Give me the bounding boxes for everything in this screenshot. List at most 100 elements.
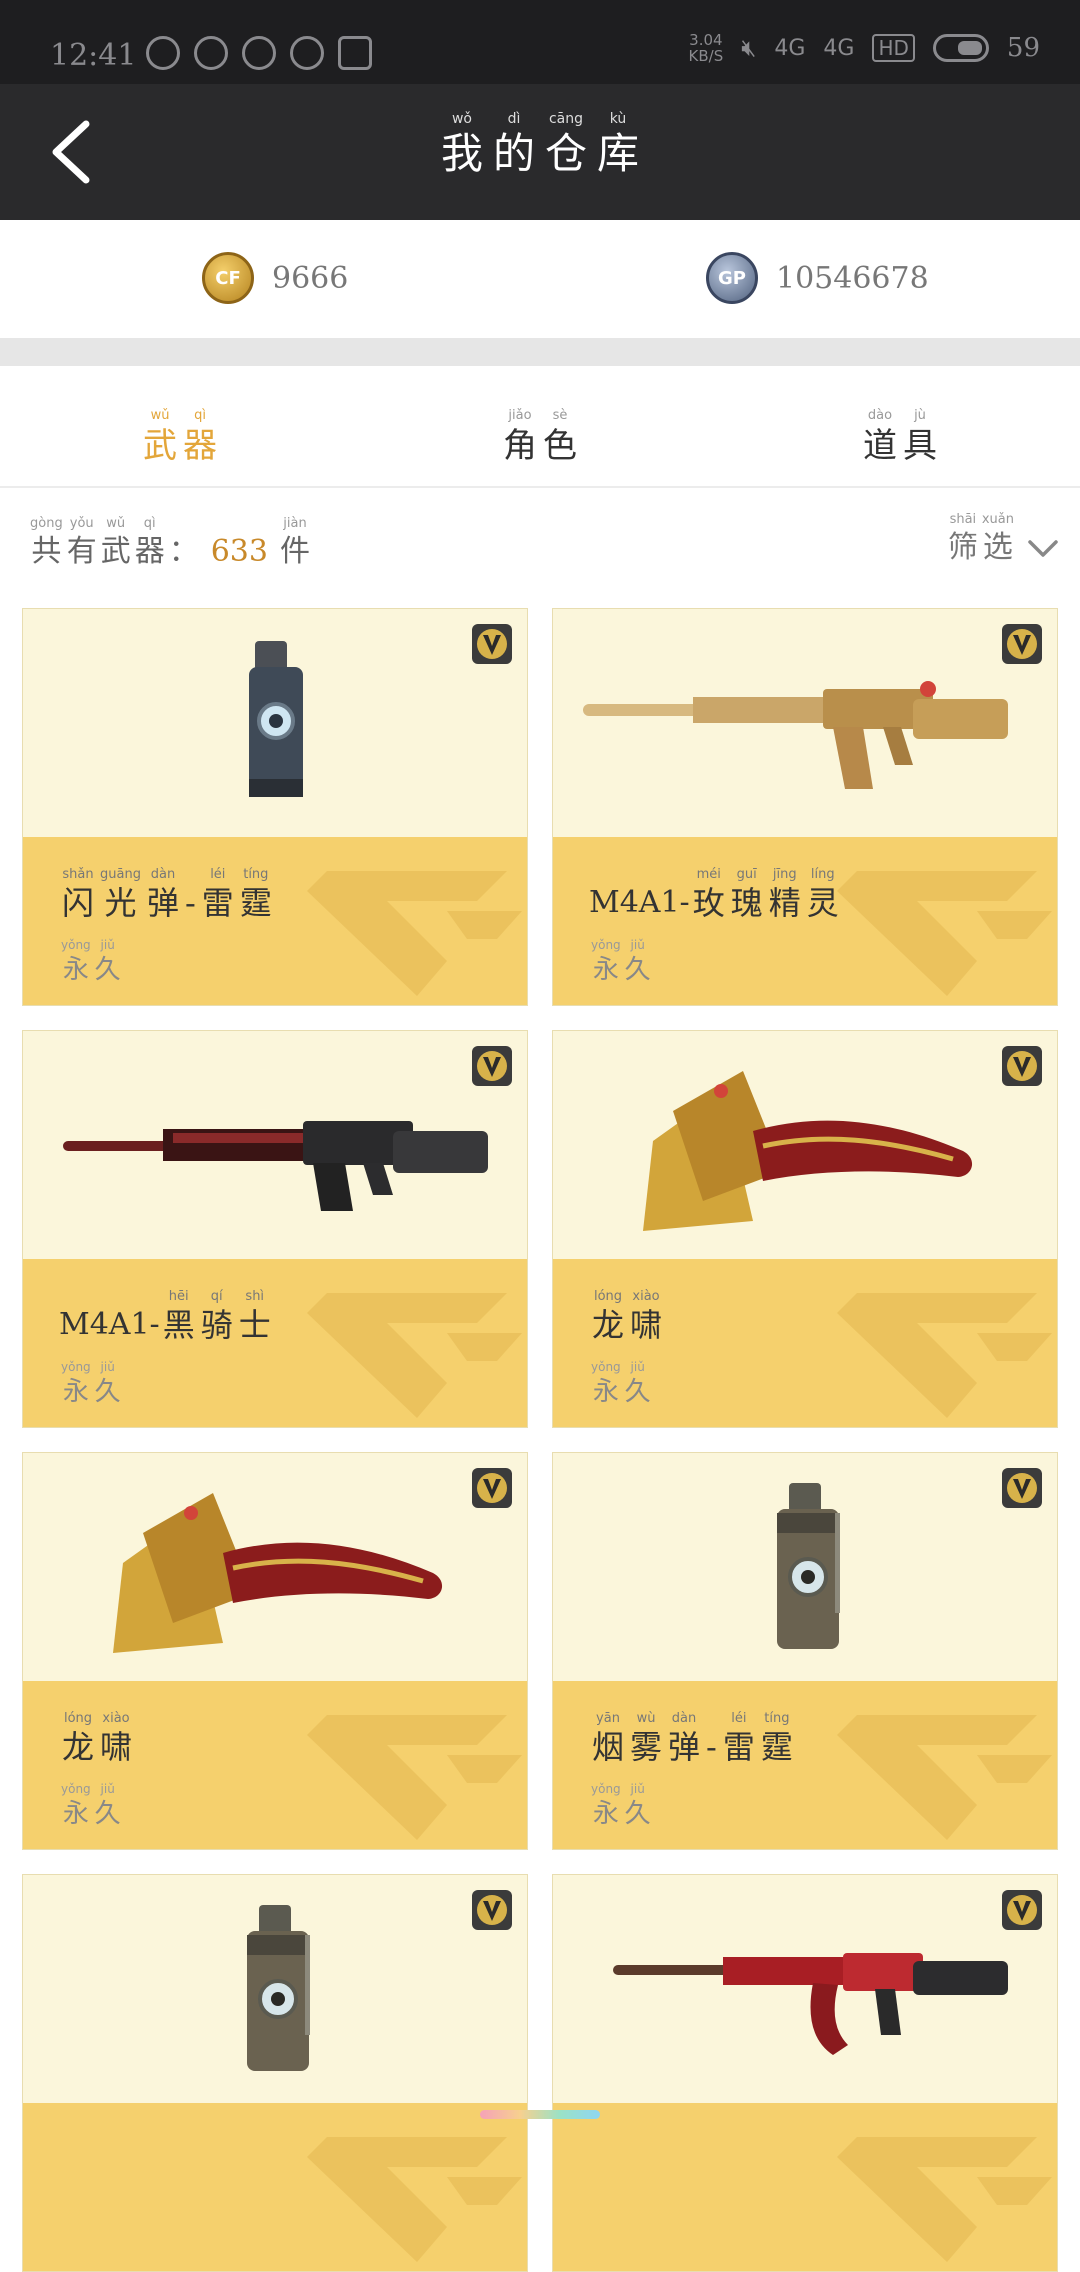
weapon-duration: yǒng 永 jiǔ 久 (59, 1781, 123, 1831)
weapon-card[interactable]: shǎn 闪 guāng 光 dàn 弹 - léi 雷 tíng 霆 yǒng 永 jiǔ 久 (22, 608, 528, 1006)
weapon-name-char: guāng 光 (100, 867, 141, 923)
filter-label-char: xuǎn 选 (982, 512, 1014, 568)
weapon-card[interactable]: lóng 龙 xiào 啸 yǒng 永 jiǔ 久 (552, 1030, 1058, 1428)
hanzi: 永 (592, 955, 619, 985)
count-label-char: wǔ 武 (101, 516, 131, 572)
duration-char: yǒng 永 (61, 1359, 91, 1409)
hanzi: 件 (279, 534, 310, 569)
vip-badge-icon (472, 1890, 512, 1930)
hanzi: 弹 (146, 884, 179, 922)
weapon-name-char: méi 玫 (693, 867, 725, 923)
hanzi: 的 (492, 129, 535, 178)
pinyin: kù (609, 111, 627, 127)
hanzi: 我 (440, 129, 483, 178)
pinyin: léi (210, 867, 226, 882)
filter-button[interactable]: shāi 筛 xuǎn 选 (946, 512, 1060, 568)
hanzi: 角 (503, 426, 537, 466)
pinyin: yǒng (61, 1782, 91, 1796)
hanzi: 久 (624, 1377, 651, 1407)
hanzi: 骑 (200, 1306, 233, 1344)
duration-char: yǒng 永 (61, 937, 91, 987)
hanzi: 士 (238, 1306, 271, 1344)
pinyin: jiàn (283, 516, 307, 531)
pinyin: wǔ (150, 408, 170, 423)
hanzi: 久 (94, 1799, 121, 1829)
cf-watermark-icon (307, 871, 522, 996)
hanzi: 永 (592, 1377, 619, 1407)
gp-amount: 10546678 (776, 260, 929, 296)
pinyin: guāng (100, 867, 141, 882)
pinyin: dàn (671, 1711, 697, 1726)
weapon-card[interactable]: lóng 龙 xiào 啸 yǒng 永 jiǔ 久 (22, 1452, 528, 1850)
dragon-axe-icon (113, 1493, 443, 1653)
weapon-card[interactable] (552, 1874, 1058, 2272)
weapon-name-char: - (706, 1711, 717, 1767)
hanzi: 道 (863, 426, 897, 466)
currency-bar: CF 9666 GP 10546678 (0, 220, 1080, 338)
weapon-name-char: lóng 龙 (592, 1289, 624, 1345)
section-divider (0, 338, 1080, 366)
weapon-name: M4A1- méi 玫 guī 瑰 jīng 精 líng 灵 (589, 867, 842, 923)
tab-weapons[interactable]: wǔ 武 qì 器 (30, 404, 330, 468)
weapon-image (23, 1453, 527, 1681)
vip-badge-icon (472, 1468, 512, 1508)
pinyin: jiǔ (630, 1782, 645, 1796)
duration-char: jiǔ 久 (95, 1359, 121, 1409)
pinyin: yǒng (61, 938, 91, 952)
weapon-duration: yǒng 永 jiǔ 久 (589, 1781, 653, 1831)
weapon-name-char: dàn 弹 (668, 1711, 700, 1767)
cf-watermark-icon (837, 2137, 1052, 2262)
weapon-card[interactable]: yān 烟 wù 雾 dàn 弹 - léi 雷 tíng 霆 yǒng 永 jiǔ 久 (552, 1452, 1058, 1850)
weapon-name-char: shì 士 (239, 1289, 271, 1345)
hanzi: 啸 (100, 1728, 133, 1766)
tab-label-char: qì 器 (183, 408, 217, 468)
weapon-name-char: guī 瑰 (731, 867, 763, 923)
weapon-name: yān 烟 wù 雾 dàn 弹 - léi 雷 tíng 霆 (589, 1711, 796, 1767)
tab-label-char: jiǎo 角 (503, 408, 537, 468)
tab-characters[interactable]: jiǎo 角 sè 色 (390, 404, 690, 468)
weapon-info: yān 烟 wù 雾 dàn 弹 - léi 雷 tíng 霆 yǒng 永 jiǔ 久 (553, 1681, 1057, 1849)
weapon-name-char: lóng 龙 (62, 1711, 94, 1767)
hanzi: 久 (94, 1377, 121, 1407)
pinyin: yǒng (591, 938, 621, 952)
duration-char: yǒng 永 (591, 1781, 621, 1831)
weapon-name-char: yān 烟 (592, 1711, 624, 1767)
tab-label-char: jù 具 (903, 408, 937, 468)
pinyin: qì (194, 408, 206, 423)
hanzi: 永 (62, 955, 89, 985)
weapon-card[interactable] (22, 1874, 528, 2272)
hanzi: 库 (597, 129, 640, 178)
hanzi: 龙 (62, 1728, 95, 1766)
signal-icon-2: 4G (823, 35, 855, 61)
weapon-info (23, 2103, 527, 2271)
tab-label-char: wǔ 武 (143, 408, 177, 468)
home-indicator[interactable] (480, 2110, 600, 2119)
vip-badge-icon (1002, 1046, 1042, 1086)
filter-label-char: shāi 筛 (948, 512, 978, 568)
title-char: wǒ 我 (441, 111, 483, 181)
pinyin: jiǔ (100, 1360, 115, 1374)
message-icon (146, 36, 180, 70)
store-icon (338, 36, 372, 70)
weapon-name: shǎn 闪 guāng 光 dàn 弹 - léi 雷 tíng 霆 (59, 867, 275, 923)
pinyin: shǎn (62, 867, 94, 882)
notification-icons (146, 36, 372, 70)
pinyin: lóng (593, 1289, 623, 1304)
duration-char: jiǔ 久 (95, 1781, 121, 1831)
gp-points: GP 10546678 (706, 252, 929, 304)
weapon-name: M4A1- hēi 黑 qí 骑 shì 士 (59, 1289, 274, 1345)
gp-coin-icon: GP (706, 252, 758, 304)
hanzi: 啸 (630, 1306, 663, 1344)
duration-char: jiǔ 久 (625, 1781, 651, 1831)
title-char: kù 库 (597, 111, 639, 181)
tab-items[interactable]: dào 道 jù 具 (750, 404, 1050, 468)
cf-watermark-icon (307, 1715, 522, 1840)
weapon-image (553, 609, 1057, 837)
weapon-card[interactable]: M4A1- hēi 黑 qí 骑 shì 士 yǒng 永 jiǔ 久 (22, 1030, 528, 1428)
battery-level: 59 (1006, 33, 1040, 63)
weapon-name-char: tíng 霆 (240, 867, 272, 923)
weapon-card[interactable]: M4A1- méi 玫 guī 瑰 jīng 精 líng 灵 yǒng 永 jiǔ 久 (552, 608, 1058, 1006)
hanzi: 永 (62, 1799, 89, 1829)
hanzi: 器 (134, 534, 165, 569)
hanzi: 武 (100, 534, 131, 569)
